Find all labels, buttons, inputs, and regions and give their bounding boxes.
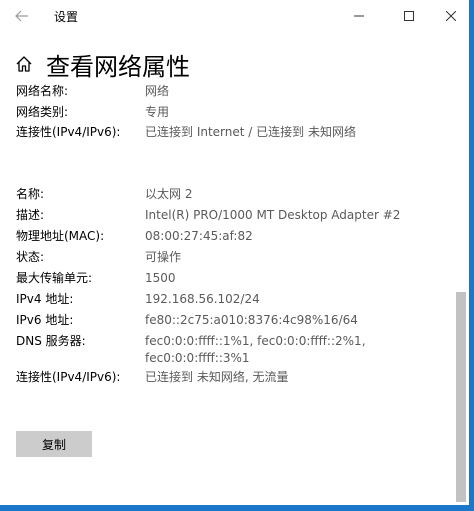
property-value-line: fec0:0:0:ffff::3%1 [145,351,250,365]
property-label: IPv6 地址: [16,313,74,327]
property-value: 已连接到 未知网络, 无流量 [145,369,288,386]
property-label: 名称: [16,187,45,201]
property-value: 08:00:27:45:af:82 [145,228,253,245]
property-value: Intel(R) PRO/1000 MT Desktop Adapter #2 [145,207,400,224]
property-label: 最大传输单元: [16,271,93,285]
window-title: 设置 [54,10,79,24]
property-value-line: fec0:0:0:ffff::1%1, fec0:0:0:ffff::2%1, [145,334,366,348]
property-value: 专用 [145,104,169,121]
property-value: 已连接到 Internet / 已连接到 未知网络 [145,124,356,141]
property-value: fe80::2c75:a010:8376:4c98%16/64 [145,312,358,329]
page-title: 查看网络属性 [46,52,190,81]
property-value-line: 已连接到 未知网络, 无流量 [145,370,289,384]
back-arrow-icon [15,10,28,22]
property-label: 网络名称: [16,84,69,98]
minimize-icon [354,15,364,17]
page-header: 查看网络属性 [14,48,190,81]
property-value: 以太网 2 [145,186,192,203]
property-label: 连接性(IPv4/IPv6): [16,125,121,139]
maximize-button[interactable] [386,0,432,32]
home-icon[interactable] [14,54,34,74]
property-value: 可操作 [145,249,181,266]
maximize-icon [404,11,414,21]
property-value-line: 08:00:27:45:af:82 [145,229,253,243]
property-value: fec0:0:0:ffff::1%1, fec0:0:0:ffff::2%1, … [145,333,366,367]
property-label: 状态: [16,250,45,264]
property-value-line: Intel(R) PRO/1000 MT Desktop Adapter #2 [145,208,401,222]
property-value-line: fe80::2c75:a010:8376:4c98%16/64 [145,313,358,327]
settings-window: 设置 查看网络属性 网络名称: 网络 网络类别: 专用 连接性(IPv4/IPv… [0,0,474,511]
title-bar: 设置 [0,0,474,32]
window-border-right [469,0,474,511]
property-value-line: 以太网 2 [145,187,193,201]
close-icon [446,11,456,21]
copy-button[interactable]: 复制 [16,431,92,457]
property-label: 物理地址(MAC): [16,229,105,243]
property-label: 连接性(IPv4/IPv6): [16,370,121,384]
property-label: 网络类别: [16,105,69,119]
property-value-line: 专用 [145,105,170,119]
property-label: 描述: [16,208,45,222]
property-label: DNS 服务器: [16,334,86,348]
property-label: IPv4 地址: [16,292,74,306]
property-value: 网络 [145,83,169,100]
minimize-button[interactable] [336,0,382,32]
property-value-line: 1500 [145,271,176,285]
window-border-bottom [0,505,474,511]
property-value-line: 网络 [145,84,170,98]
property-value-line: 192.168.56.102/24 [145,292,260,306]
property-value: 192.168.56.102/24 [145,291,260,308]
close-button[interactable] [428,0,474,32]
property-value-line: 可操作 [145,250,182,264]
property-value: 1500 [145,270,176,287]
property-value-line: 已连接到 Internet / 已连接到 未知网络 [145,125,356,139]
back-button[interactable] [8,2,36,30]
scrollbar-thumb[interactable] [456,292,466,502]
